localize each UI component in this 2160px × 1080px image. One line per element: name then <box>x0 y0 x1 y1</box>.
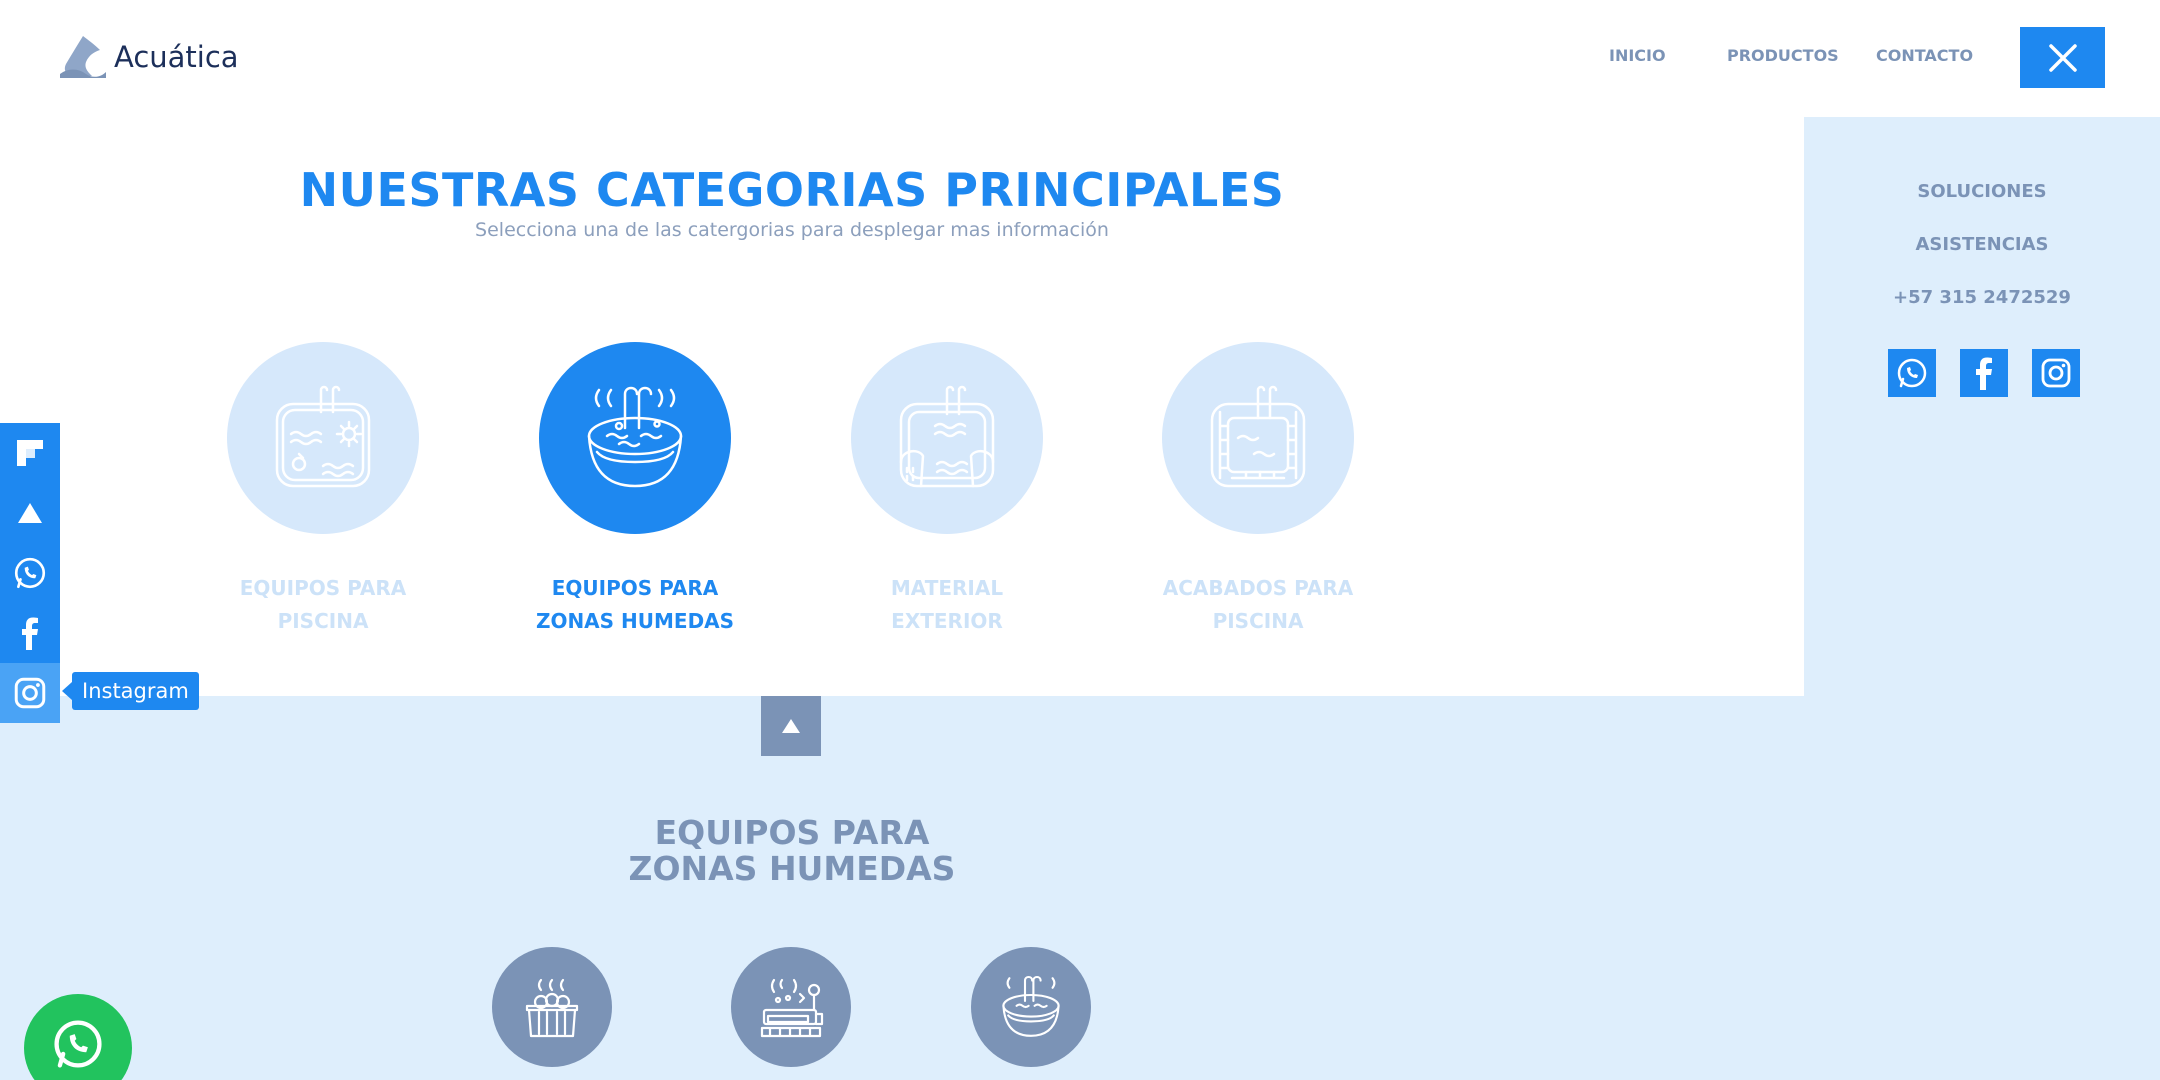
brand-name: Acuática <box>114 40 239 74</box>
subcategory-steam[interactable] <box>731 947 851 1067</box>
facebook-icon[interactable] <box>0 603 60 663</box>
pool-tiles-icon <box>1210 385 1306 488</box>
section-title: NUESTRAS CATEGORIAS PRINCIPALES <box>299 163 1285 217</box>
whatsapp-icon <box>54 1020 102 1068</box>
side-menu-panel: SOLUCIONES ASISTENCIAS +57 315 2472529 <box>1804 117 2160 1080</box>
whatsapp-icon[interactable] <box>1888 349 1936 397</box>
category-circle <box>1162 342 1354 534</box>
instagram-icon[interactable] <box>0 663 60 723</box>
brand-logo[interactable]: Acuática <box>58 34 239 80</box>
pool-deck-icon <box>899 385 995 488</box>
hot-tub-icon <box>587 386 683 488</box>
category-equipos-piscina[interactable]: EQUIPOS PARA PISCINA <box>193 342 453 638</box>
subcategory-sauna[interactable] <box>492 947 612 1067</box>
category-label: ACABADOS PARA PISCINA <box>1162 576 1354 633</box>
category-label: EQUIPOS PARA ZONAS HUMEDAS <box>535 576 735 633</box>
category-circle <box>539 342 731 534</box>
collapse-button[interactable] <box>761 696 821 756</box>
hot-tub-icon <box>1002 975 1060 1037</box>
subcategory-jacuzzi[interactable] <box>971 947 1091 1067</box>
steam-generator-icon <box>760 978 824 1038</box>
floating-social-bar <box>0 423 60 723</box>
side-social-links <box>1888 349 2080 397</box>
section-subtitle: Selecciona una de las catergorias para d… <box>475 219 1109 241</box>
pool-sun-icon <box>275 385 371 488</box>
close-icon <box>2048 43 2077 72</box>
triangle-up-icon <box>782 719 800 733</box>
category-material-exterior[interactable]: MATERIAL EXTERIOR <box>817 342 1077 638</box>
site-header: Acuática INICIO PRODUCTOS CONTACTO <box>0 0 2160 117</box>
flipboard-icon[interactable] <box>0 423 60 483</box>
nav-productos[interactable]: PRODUCTOS <box>1727 46 1839 65</box>
nav-inicio[interactable]: INICIO <box>1609 46 1666 65</box>
whatsapp-icon[interactable] <box>0 543 60 603</box>
facebook-icon[interactable] <box>1960 349 2008 397</box>
category-circle <box>851 342 1043 534</box>
side-link-soluciones[interactable]: SOLUCIONES <box>1804 181 2160 202</box>
category-equipos-zonas-humedas[interactable]: EQUIPOS PARA ZONAS HUMEDAS <box>505 342 765 638</box>
side-link-asistencias[interactable]: ASISTENCIAS <box>1804 234 2160 255</box>
instagram-tooltip: Instagram <box>62 672 199 710</box>
close-menu-button[interactable] <box>2020 27 2105 88</box>
category-acabados-piscina[interactable]: ACABADOS PARA PISCINA <box>1128 342 1388 638</box>
category-label: MATERIAL EXTERIOR <box>890 576 1004 633</box>
instagram-icon[interactable] <box>2032 349 2080 397</box>
category-label: EQUIPOS PARA PISCINA <box>239 576 407 633</box>
category-detail-section <box>0 696 1804 1080</box>
category-circle <box>227 342 419 534</box>
detail-title: EQUIPOS PARA ZONAS HUMEDAS <box>628 813 956 888</box>
acuatica-logo-icon[interactable] <box>0 483 60 543</box>
nav-contacto[interactable]: CONTACTO <box>1876 46 1973 65</box>
sauna-bucket-icon <box>525 978 579 1038</box>
acuatica-logo-icon <box>60 36 106 78</box>
side-phone-link[interactable]: +57 315 2472529 <box>1804 287 2160 308</box>
